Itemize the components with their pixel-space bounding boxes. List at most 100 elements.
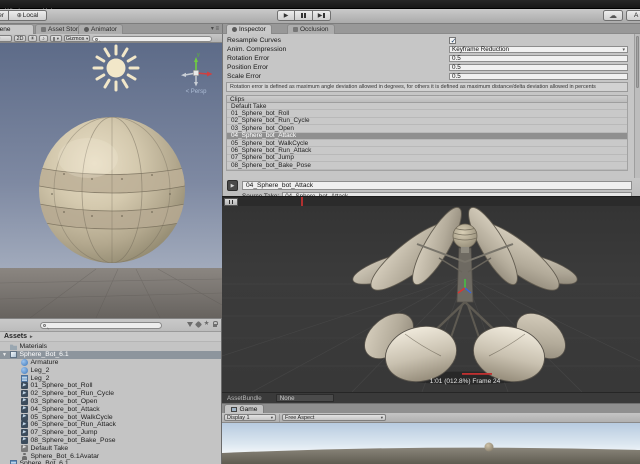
asset-row-clip-run-attack[interactable]: 06_Sphere_bot_Run_Attack <box>0 421 221 429</box>
asset-row-clip-open[interactable]: 03_Sphere_bot_Open <box>0 398 221 406</box>
asset-row-clip-roll[interactable]: 01_Sphere_bot_Roll <box>0 382 221 390</box>
cloud-collab-button[interactable]: ☁ <box>603 10 623 21</box>
asset-row-materials[interactable]: Materials <box>0 343 221 351</box>
chevron-down-icon: ▾ <box>86 36 88 42</box>
step-icon: ▶ <box>318 13 323 19</box>
asset-row-clip-bake-pose[interactable]: 08_Sphere_bot_Bake_Pose <box>0 437 221 445</box>
project-toolbar: ★ <box>0 319 221 332</box>
tab-inspector[interactable]: Inspector <box>226 24 272 34</box>
animation-take-icon <box>21 445 28 452</box>
scene-lighting-toggle[interactable]: ☀ <box>28 35 37 42</box>
search-icon <box>43 324 46 327</box>
project-tree: Materials ▼Sphere_Bot_6.1 Armature Leg_2… <box>0 343 221 464</box>
asset-row-clip-jump[interactable]: 07_Sphere_bot_Jump <box>0 429 221 437</box>
animation-clip-icon <box>21 398 28 405</box>
svg-text:y: y <box>197 52 200 58</box>
breadcrumb[interactable]: Assets▸ <box>0 332 221 342</box>
account-button[interactable]: A▾ <box>626 10 640 21</box>
sphere-bot-model <box>39 117 185 263</box>
gizmos-dropdown[interactable]: Gizmos▾ <box>64 35 90 42</box>
asset-row-avatar[interactable]: Sphere_Bot_6.1Avatar <box>0 452 221 460</box>
asset-row-leg2-transform[interactable]: Leg_2 <box>0 366 221 374</box>
tab-occlusion[interactable]: Occlusion <box>287 24 335 34</box>
display-dropdown[interactable]: Display 1▾ <box>224 414 276 421</box>
resample-curves-row: Resample Curves <box>227 36 628 45</box>
animation-clip-icon <box>21 437 28 444</box>
tab-scene[interactable]: Scene <box>0 24 34 34</box>
animation-preview-header: ▶ 04_Sphere_bot_Attack Source Take: 04_S… <box>222 178 640 196</box>
sun-icon: ☀ <box>30 36 35 42</box>
play-button[interactable]: ▶ <box>277 10 295 21</box>
scene-effects-dropdown[interactable]: ▾ <box>50 35 62 42</box>
animation-clip-icon <box>21 406 28 413</box>
inspector-scrollbar[interactable] <box>634 34 640 178</box>
play-icon: ▶ <box>284 13 289 19</box>
game-3d-render <box>222 423 640 464</box>
preview-play-button[interactable]: ▶ <box>227 180 238 191</box>
unity-editor-window: Window Help Center ⊕Local ▶ ▶ ☁ A▾ Scene… <box>0 0 640 464</box>
position-error-field[interactable]: 0.5 <box>449 64 628 72</box>
assetbundle-dropdown[interactable]: None <box>276 394 334 402</box>
asset-row-default-take[interactable]: Default Take <box>0 444 221 452</box>
pause-button[interactable] <box>295 10 313 21</box>
asset-row-sphere-bot-mesh[interactable]: Sphere_Bot_6.1 <box>0 460 221 464</box>
panel-menu-icon[interactable]: ▾ ≡ <box>211 25 219 32</box>
scene-viewport[interactable]: y <box>0 43 222 318</box>
asset-row-sphere-bot-model[interactable]: ▼Sphere_Bot_6.1 <box>0 351 221 359</box>
local-global-toggle-button[interactable]: ⊕Local <box>9 10 47 21</box>
preview-scrub-indicator <box>462 373 492 375</box>
2d-toggle-button[interactable]: 2D <box>14 35 26 42</box>
main-toolbar: Center ⊕Local ▶ ▶ ☁ A▾ <box>0 9 640 24</box>
step-button[interactable]: ▶ <box>313 10 331 21</box>
chevron-down-icon: ▾ <box>57 36 59 42</box>
scale-error-field[interactable]: 0.5 <box>449 73 628 81</box>
asset-row-clip-run-cycle[interactable]: 02_Sphere_bot_Run_Cycle <box>0 390 221 398</box>
search-by-label-icon[interactable] <box>195 321 202 328</box>
asset-row-clip-attack[interactable]: 04_Sphere_bot_Attack <box>0 405 221 413</box>
asset-row-armature[interactable]: Armature <box>0 359 221 367</box>
scene-audio-toggle[interactable]: ♪ <box>39 35 48 42</box>
mesh-icon <box>21 375 28 382</box>
assetbundle-bar: AssetBundle None <box>222 392 640 403</box>
asset-row-clip-walkcycle[interactable]: 05_Sphere_bot_WalkCycle <box>0 413 221 421</box>
scene-search-input[interactable] <box>92 36 212 43</box>
inspector-tabbar: Inspector Occlusion <box>222 24 640 34</box>
anim-compression-dropdown[interactable]: Keyframe Reduction <box>449 46 628 54</box>
favorites-star-icon[interactable]: ★ <box>204 321 210 328</box>
occlusion-icon <box>293 27 298 32</box>
project-search-input[interactable] <box>40 322 162 330</box>
tab-animator[interactable]: Animator <box>78 24 123 34</box>
preview-clip-name-field[interactable]: 04_Sphere_bot_Attack <box>242 181 632 190</box>
clip-row-bake-pose[interactable]: 08_Sphere_bot_Bake_Pose <box>227 162 627 169</box>
lock-icon[interactable] <box>213 324 218 328</box>
game-tabbar: Game <box>222 403 640 413</box>
help-box: Rotation error is defined as maximum ang… <box>226 82 628 92</box>
shading-mode-dropdown[interactable]: Shaded▾ <box>0 35 12 42</box>
asset-store-icon <box>41 27 46 32</box>
persp-mode-label[interactable]: < Persp <box>176 89 216 95</box>
menu-bar: Window Help <box>0 0 640 9</box>
playmode-controls: ▶ ▶ <box>277 10 331 21</box>
search-by-type-icon[interactable] <box>187 322 193 327</box>
scrollbar-thumb[interactable] <box>636 36 639 88</box>
rotation-error-field[interactable]: 0.5 <box>449 55 628 63</box>
animation-preview-viewport[interactable]: 1:01 (012.8%) Frame 24 <box>222 206 640 392</box>
foldout-triangle-icon[interactable]: ▼ <box>2 352 7 358</box>
aspect-ratio-dropdown[interactable]: Free Aspect▾ <box>282 414 386 421</box>
preview-timeline[interactable] <box>222 196 640 206</box>
mesh-icon <box>10 460 17 464</box>
transform-tools-group: Center ⊕Local <box>0 10 47 21</box>
resample-curves-checkbox[interactable] <box>449 37 456 44</box>
scene-panel-tabbar: Scene Asset Store Animator ▾ ≡ <box>0 24 222 34</box>
clips-section-header: Clips <box>226 95 628 103</box>
image-icon <box>53 37 55 41</box>
game-viewport[interactable] <box>222 423 640 464</box>
chevron-down-icon: ▾ <box>381 415 383 421</box>
preview-pause-button[interactable] <box>224 198 238 206</box>
scene-3d-render: y <box>0 43 222 318</box>
asset-row-leg2-mesh[interactable]: Leg_2 <box>0 374 221 382</box>
pivot-toggle-button[interactable]: Center <box>0 10 9 21</box>
game-view-icon <box>231 407 237 412</box>
play-icon: ▶ <box>231 183 235 189</box>
animation-clip-icon <box>21 421 28 428</box>
